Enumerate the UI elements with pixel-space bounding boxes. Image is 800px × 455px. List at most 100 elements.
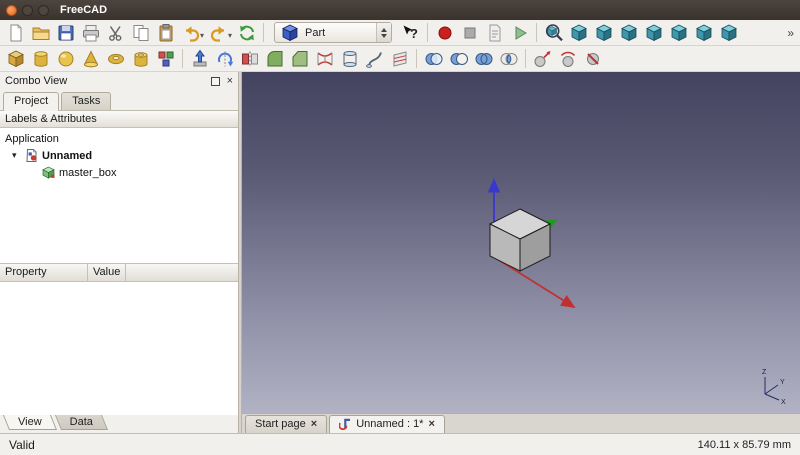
3d-viewport[interactable]: Z Y X	[242, 72, 800, 413]
property-table-header: Property Value	[0, 264, 238, 282]
main-toolbar: ▾ ▾ Part ? »	[0, 20, 800, 46]
part-boolean-group	[421, 47, 521, 71]
titlebar: FreeCAD	[0, 0, 800, 20]
part-torus-button[interactable]	[103, 47, 128, 71]
part-ruled-surface-button[interactable]	[312, 47, 337, 71]
macro-stop-button[interactable]	[457, 21, 482, 45]
part-cone-button[interactable]	[78, 47, 103, 71]
view-top-button[interactable]	[616, 21, 641, 45]
tree-root-application[interactable]: Application	[0, 130, 238, 147]
measure-clear-all-icon	[583, 49, 603, 69]
view-left-icon	[719, 23, 739, 43]
model-tree[interactable]: Application ▾ Unnamed master_box	[0, 128, 238, 264]
copy-button[interactable]	[128, 21, 153, 45]
part-sweep-button[interactable]	[362, 47, 387, 71]
tab-view[interactable]: View	[4, 415, 56, 430]
measure-linear-button[interactable]	[530, 47, 555, 71]
dimensions-readout: 140.11 x 85.79 mm	[698, 439, 791, 451]
cut-button[interactable]	[103, 21, 128, 45]
open-document-button[interactable]	[28, 21, 53, 45]
document-tab-start-page[interactable]: Start page×	[245, 415, 327, 433]
save-document-icon	[56, 23, 76, 43]
freecad-window: FreeCAD ▾ ▾ Part ? » Combo View	[0, 0, 800, 455]
part-loft-button[interactable]	[337, 47, 362, 71]
close-window-button[interactable]	[6, 5, 17, 16]
view-rear-button[interactable]	[666, 21, 691, 45]
part-intersection-icon	[499, 49, 519, 69]
macro-toolbar-group	[432, 21, 532, 45]
property-column-header[interactable]: Property	[0, 264, 88, 281]
part-union-button[interactable]	[471, 47, 496, 71]
paste-button[interactable]	[153, 21, 178, 45]
part-mirror-button[interactable]	[237, 47, 262, 71]
macro-record-button[interactable]	[432, 21, 457, 45]
tab-tasks[interactable]: Tasks	[61, 92, 111, 110]
toolbar-overflow-button[interactable]: »	[784, 26, 797, 40]
part-cross-sections-button[interactable]	[387, 47, 412, 71]
fit-all-button[interactable]	[541, 21, 566, 45]
redo-dropdown-caret[interactable]: ▾	[228, 31, 232, 40]
part-cone-icon	[81, 49, 101, 69]
spin-up-icon[interactable]	[381, 28, 387, 32]
macro-edit-button[interactable]	[482, 21, 507, 45]
part-box-button[interactable]	[3, 47, 28, 71]
toolbar-separator	[536, 23, 537, 42]
part-shape-builder-button[interactable]	[153, 47, 178, 71]
combo-spinner[interactable]	[376, 23, 391, 42]
part-boolean-button[interactable]	[421, 47, 446, 71]
measure-angular-icon	[558, 49, 578, 69]
measure-angular-button[interactable]	[555, 47, 580, 71]
tab-project[interactable]: Project	[3, 92, 59, 111]
document-tab-unnamed-1[interactable]: Unnamed : 1* ×	[329, 415, 445, 433]
property-table-body[interactable]	[0, 282, 238, 415]
part-intersection-button[interactable]	[496, 47, 521, 71]
minimize-window-button[interactable]	[22, 5, 33, 16]
view-axonometric-icon	[569, 23, 589, 43]
part-tube-button[interactable]	[128, 47, 153, 71]
part-cut-button[interactable]	[446, 47, 471, 71]
measure-clear-all-button[interactable]	[580, 47, 605, 71]
macro-record-icon	[435, 23, 455, 43]
whats-this-icon: ?	[401, 23, 421, 43]
part-cylinder-button[interactable]	[28, 47, 53, 71]
undo-dropdown-caret[interactable]: ▾	[200, 31, 204, 40]
combo-view-header: Combo View ×	[0, 72, 238, 90]
save-document-button[interactable]	[53, 21, 78, 45]
part-primitives-group	[3, 47, 178, 71]
freecad-logo-icon	[339, 418, 351, 430]
combo-view-title: Combo View	[5, 75, 67, 87]
part-chamfer-button[interactable]	[287, 47, 312, 71]
close-panel-icon[interactable]: ×	[227, 77, 233, 86]
view-axonometric-button[interactable]	[566, 21, 591, 45]
float-panel-icon[interactable]	[211, 77, 220, 86]
view-front-button[interactable]	[591, 21, 616, 45]
freecad-document-icon	[25, 149, 38, 162]
macro-execute-button[interactable]	[507, 21, 532, 45]
spin-down-icon[interactable]	[381, 34, 387, 38]
maximize-window-button[interactable]	[38, 5, 49, 16]
tree-item-unnamed[interactable]: ▾ Unnamed	[0, 147, 238, 164]
part-revolve-button[interactable]	[212, 47, 237, 71]
view-left-button[interactable]	[716, 21, 741, 45]
part-fillet-button[interactable]	[262, 47, 287, 71]
refresh-button[interactable]	[234, 21, 259, 45]
part-box-icon	[6, 49, 26, 69]
tree-item-master-box[interactable]: master_box	[0, 164, 238, 181]
view-toolbar-group	[541, 21, 741, 45]
workbench-selector[interactable]: Part	[274, 22, 392, 43]
print-button[interactable]	[78, 21, 103, 45]
part-sphere-button[interactable]	[53, 47, 78, 71]
expander-icon[interactable]: ▾	[12, 151, 21, 160]
tab-data[interactable]: Data	[56, 415, 107, 430]
tab-close-icon[interactable]: ×	[428, 419, 434, 429]
part-extrude-button[interactable]	[187, 47, 212, 71]
whats-this-button[interactable]: ?	[398, 21, 423, 45]
value-column-header[interactable]: Value	[88, 264, 126, 281]
new-document-button[interactable]	[3, 21, 28, 45]
model-cube[interactable]	[490, 209, 550, 271]
part-mirror-icon	[240, 49, 260, 69]
document-tab-label: Unnamed : 1*	[356, 418, 423, 430]
view-right-button[interactable]	[641, 21, 666, 45]
tab-close-icon[interactable]: ×	[311, 419, 317, 429]
view-bottom-button[interactable]	[691, 21, 716, 45]
